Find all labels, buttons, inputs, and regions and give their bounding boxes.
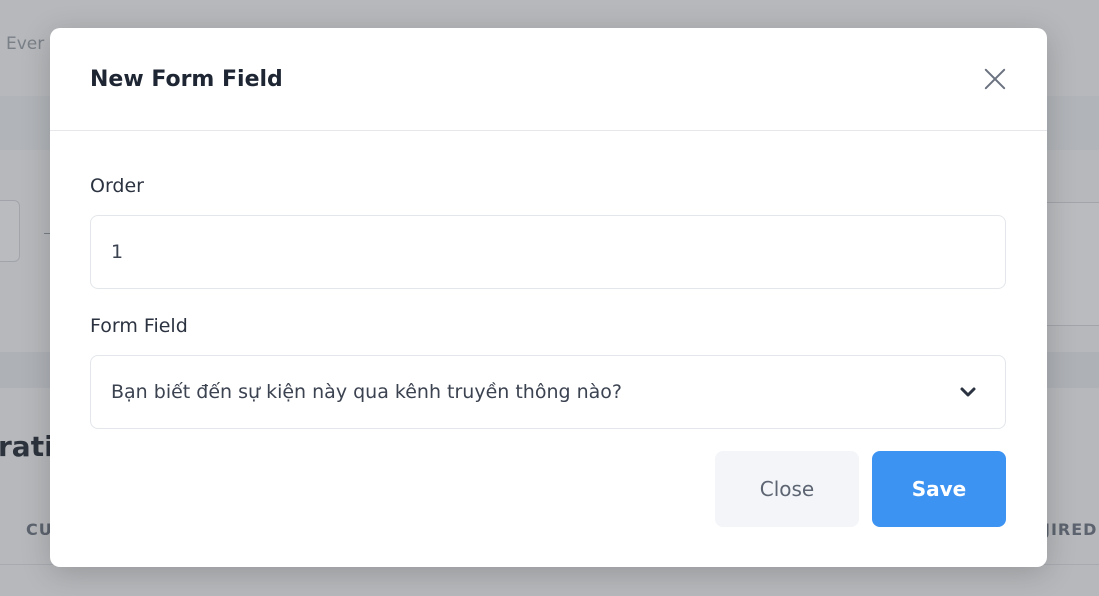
modal-body: Order Form Field Bạn biết đến sự kiện nà…: [50, 175, 1047, 429]
form-field-label: Form Field: [90, 315, 188, 337]
order-input[interactable]: [90, 215, 1006, 289]
close-icon[interactable]: [981, 65, 1009, 93]
form-field-select-value: Bạn biết đến sự kiện này qua kênh truyền…: [111, 381, 623, 403]
form-field-select[interactable]: Bạn biết đến sự kiện này qua kênh truyền…: [90, 355, 1006, 429]
order-label: Order: [90, 175, 144, 197]
page: Ever rati CU JIRED New Form Field Order …: [0, 0, 1099, 596]
modal-header: New Form Field: [50, 28, 1047, 131]
modal-title: New Form Field: [90, 66, 283, 92]
chevron-down-icon: [960, 387, 976, 397]
save-button[interactable]: Save: [872, 451, 1006, 527]
modal-footer: Close Save: [50, 451, 1047, 527]
close-button[interactable]: Close: [715, 451, 859, 527]
new-form-field-modal: New Form Field Order Form Field Bạn biết…: [50, 28, 1047, 567]
